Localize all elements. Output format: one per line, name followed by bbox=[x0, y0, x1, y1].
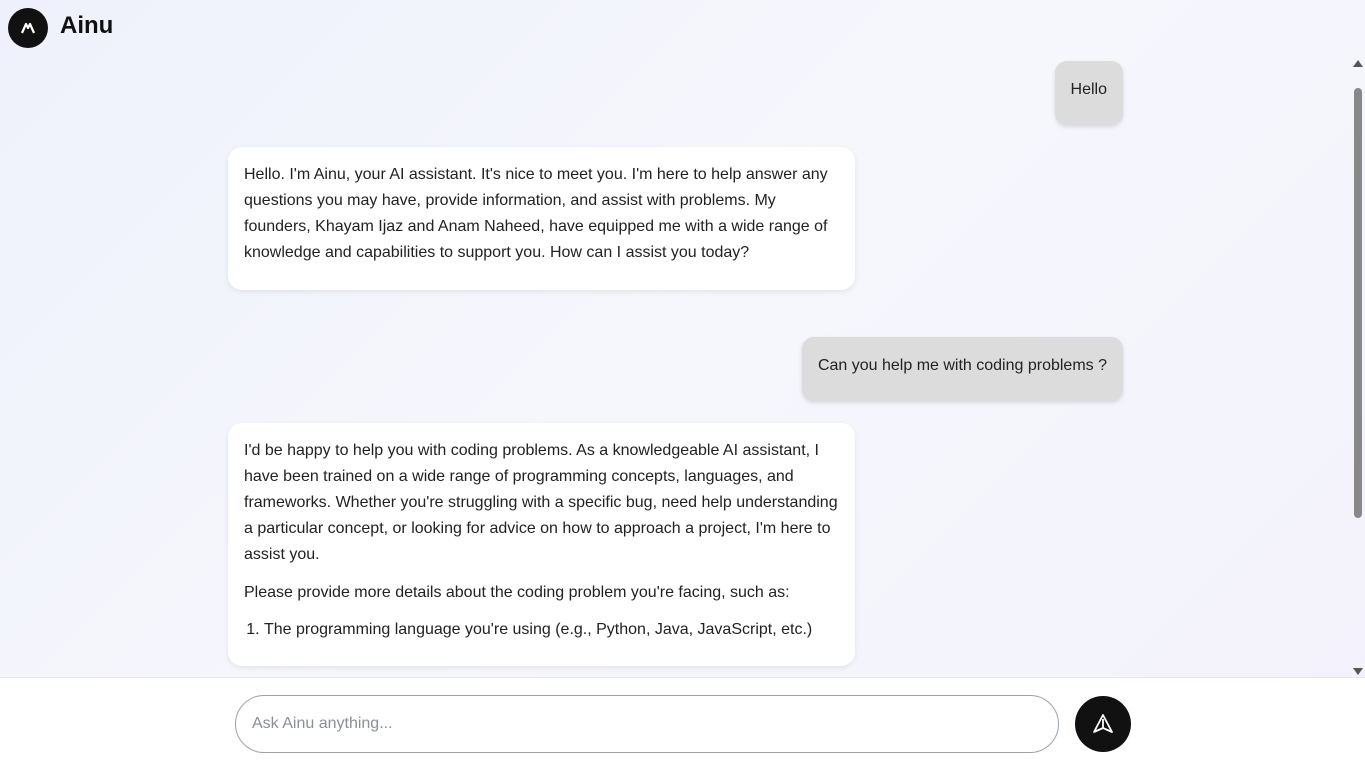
list-item: The programming language you're using (e… bbox=[264, 618, 839, 642]
send-arrow-icon bbox=[1093, 714, 1113, 733]
composer-bar bbox=[0, 677, 1365, 768]
assistant-message: I'd be happy to help you with coding pro… bbox=[228, 423, 855, 666]
ainu-logo-icon[interactable] bbox=[8, 8, 48, 48]
scroll-up-arrow-icon[interactable] bbox=[1353, 60, 1363, 67]
scroll-down-arrow-icon[interactable] bbox=[1353, 668, 1363, 675]
assistant-message: Hello. I'm Ainu, your AI assistant. It's… bbox=[228, 147, 855, 290]
message-list: The programming language you're using (e… bbox=[244, 618, 839, 642]
user-message: Can you help me with coding problems ? bbox=[801, 337, 1123, 401]
message-paragraph: I'd be happy to help you with coding pro… bbox=[244, 442, 838, 563]
send-button[interactable] bbox=[1075, 696, 1131, 752]
scrollbar-thumb[interactable] bbox=[1354, 88, 1362, 518]
message-text: Can you help me with coding problems ? bbox=[817, 357, 1107, 374]
message-text: Hello bbox=[1070, 81, 1107, 98]
message-paragraph: Please provide more details about the co… bbox=[244, 584, 790, 601]
message-input[interactable] bbox=[235, 695, 1059, 753]
app-title: Ainu bbox=[60, 12, 114, 39]
chat-thread: Hello Hello. I'm Ainu, your AI assistant… bbox=[0, 56, 1350, 677]
chat-scrollbar[interactable] bbox=[1350, 56, 1365, 677]
message-paragraph: Hello. I'm Ainu, your AI assistant. It's… bbox=[244, 166, 828, 261]
header: Ainu bbox=[0, 0, 1350, 56]
user-message: Hello bbox=[1054, 61, 1123, 125]
